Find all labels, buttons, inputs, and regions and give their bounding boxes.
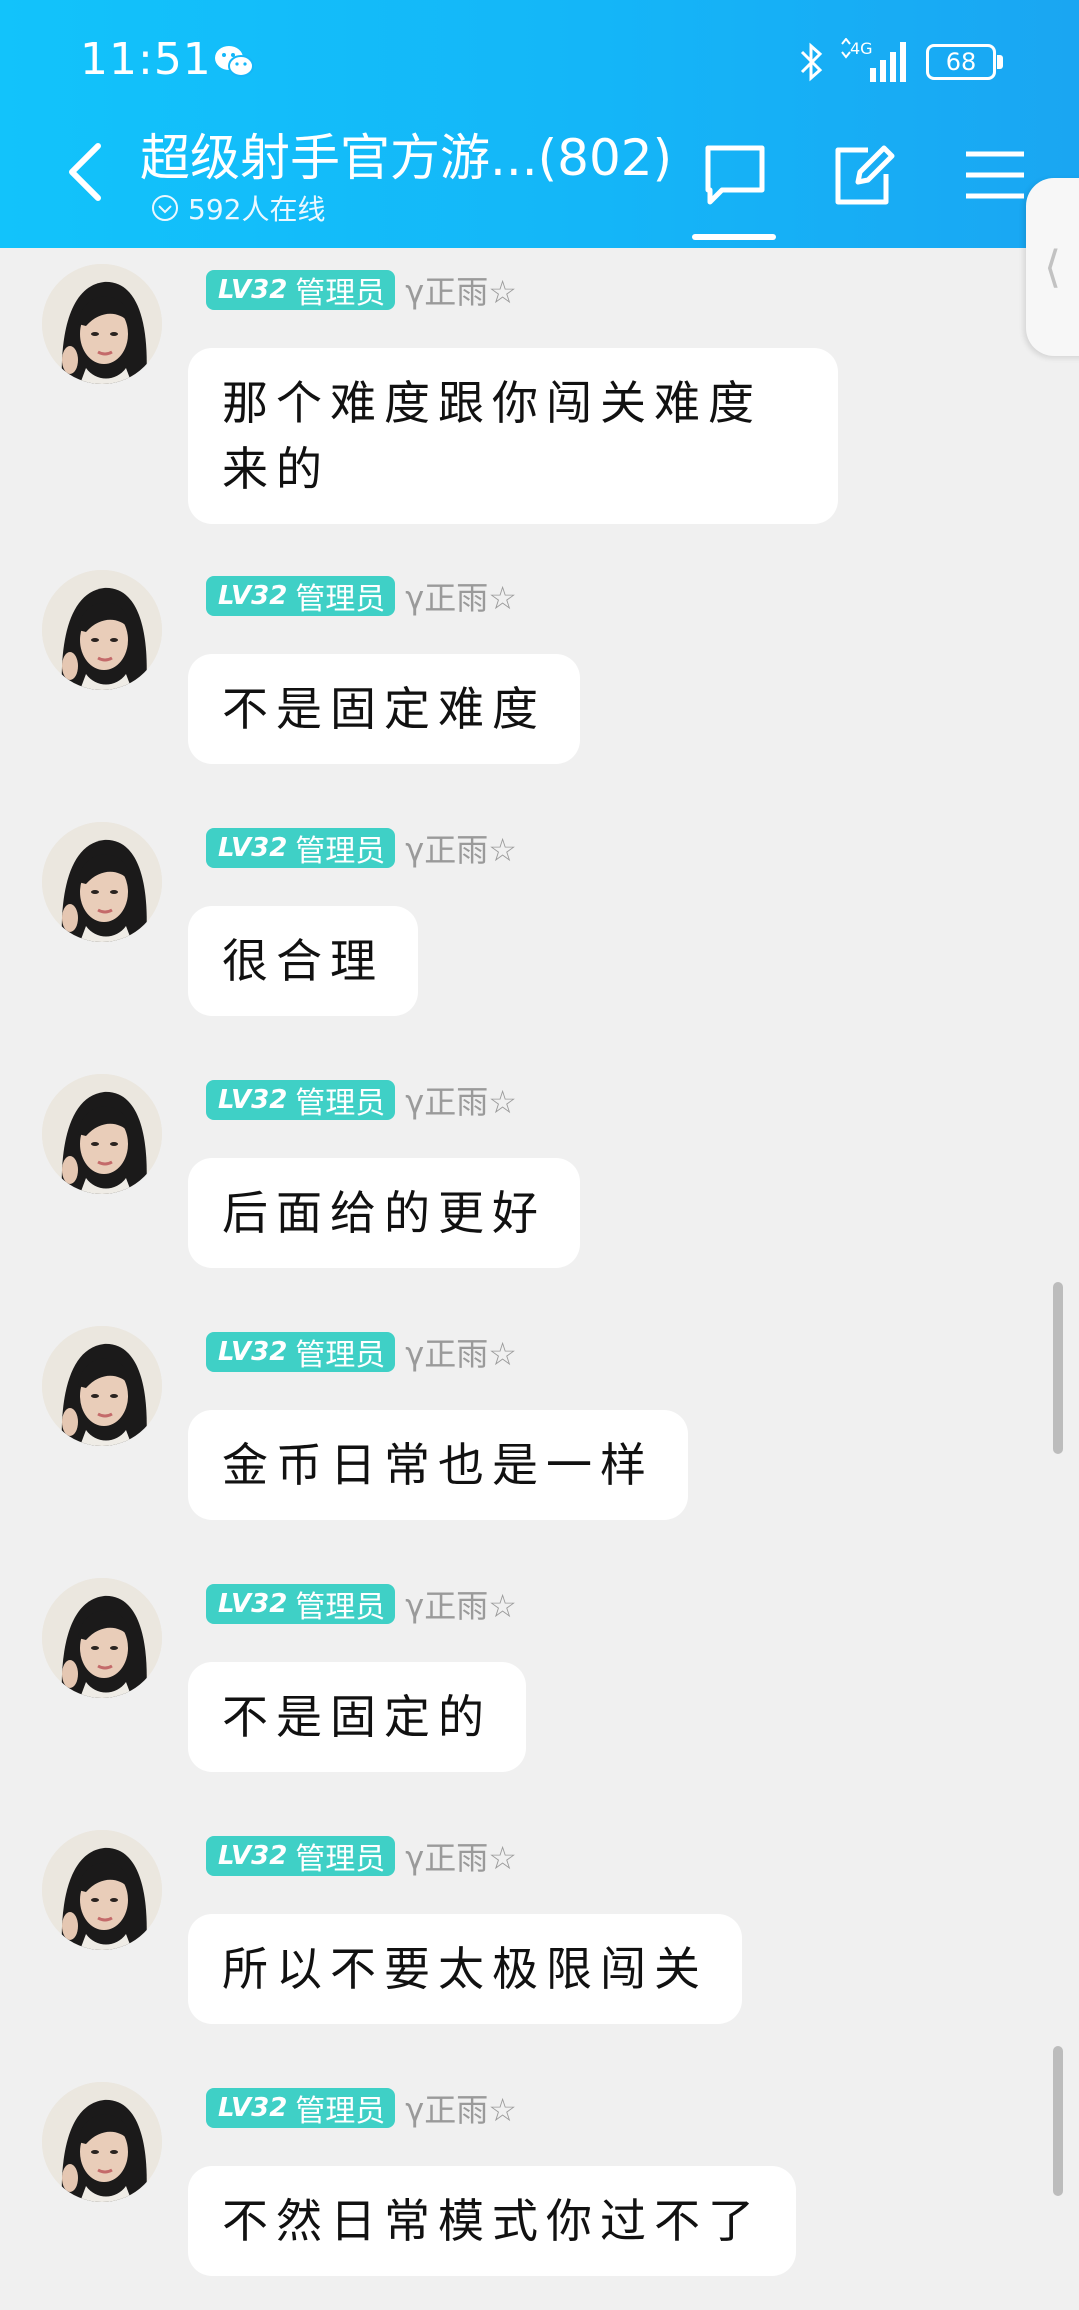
message-bubble[interactable]: 所以不要太极限闯关 [188,1914,742,2024]
message-meta: LV32 管理员 γ正雨☆ [206,1329,517,1375]
role-text: 管理员 [295,276,386,311]
scrollbar-thumb-secondary[interactable] [1053,2046,1063,2196]
level-text: LV32 [218,581,288,611]
message-meta: LV32 管理员 γ正雨☆ [206,267,517,313]
avatar[interactable] [42,264,162,384]
nickname[interactable]: γ正雨☆ [405,573,517,619]
network-type: 4G [850,39,873,58]
message-bubble[interactable]: 不是固定难度 [188,654,580,764]
avatar-image [42,1578,162,1698]
group-title[interactable]: 超级射手官方游...(802) [140,118,672,190]
active-tab-indicator [692,234,776,240]
level-text: LV32 [218,2093,288,2123]
role-text: 管理员 [295,2094,386,2129]
message-bubble[interactable]: 很合理 [188,906,418,1016]
role-text: 管理员 [295,1590,386,1625]
nickname[interactable]: γ正雨☆ [405,825,517,871]
role-text: 管理员 [295,1338,386,1373]
message-meta: LV32 管理员 γ正雨☆ [206,2085,517,2131]
role-text: 管理员 [295,1086,386,1121]
message-bubble[interactable]: 后面给的更好 [188,1158,580,1268]
level-text: LV32 [218,1589,288,1619]
role-text: 管理员 [295,582,386,617]
level-badge: LV32 管理员 [206,576,396,617]
back-button[interactable] [58,140,112,204]
level-text: LV32 [218,275,288,305]
level-text: LV32 [218,833,288,863]
message-item: LV32 管理员 γ正雨☆ 不然日常模式你过不了 [0,2082,1079,2310]
signal-icon: 4G [841,38,906,82]
level-badge: LV32 管理员 [206,1080,396,1121]
level-badge: LV32 管理员 [206,1332,396,1373]
nickname[interactable]: γ正雨☆ [405,1077,517,1123]
battery-indicator: 68 [926,44,1004,80]
edit-icon[interactable] [828,140,898,210]
bluetooth-icon [800,42,823,82]
avatar[interactable] [42,1326,162,1446]
message-meta: LV32 管理员 γ正雨☆ [206,1833,517,1879]
chevron-down-circle-icon [152,195,178,221]
avatar[interactable] [42,1830,162,1950]
nickname[interactable]: γ正雨☆ [405,267,517,313]
nickname[interactable]: γ正雨☆ [405,1581,517,1627]
avatar-image [42,2082,162,2202]
menu-icon[interactable] [960,140,1030,210]
nickname[interactable]: γ正雨☆ [405,1329,517,1375]
role-text: 管理员 [295,1842,386,1877]
avatar-image [42,822,162,942]
message-bubble[interactable]: 不然日常模式你过不了 [188,2166,796,2276]
online-count[interactable]: 592人在线 [150,188,325,228]
battery-tip [997,55,1003,69]
chat-icon[interactable] [700,140,770,210]
level-badge: LV32 管理员 [206,828,396,869]
level-badge: LV32 管理员 [206,270,396,311]
avatar[interactable] [42,2082,162,2202]
level-text: LV32 [218,1085,288,1115]
status-time: 11:51 [80,34,212,85]
nickname[interactable]: γ正雨☆ [405,2085,517,2131]
level-text: LV32 [218,1337,288,1367]
battery-level: 68 [926,44,996,80]
message-meta: LV32 管理员 γ正雨☆ [206,1077,517,1123]
avatar-image [42,1326,162,1446]
scrollbar-thumb[interactable] [1053,1282,1063,1454]
avatar-image [42,264,162,384]
nickname[interactable]: γ正雨☆ [405,1833,517,1879]
avatar[interactable] [42,570,162,690]
avatar[interactable] [42,1074,162,1194]
role-text: 管理员 [295,834,386,869]
message-meta: LV32 管理员 γ正雨☆ [206,825,517,871]
avatar[interactable] [42,1578,162,1698]
level-text: LV32 [218,1841,288,1871]
message-bubble[interactable]: 金币日常也是一样 [188,1410,688,1520]
level-badge: LV32 管理员 [206,1584,396,1625]
message-bubble[interactable]: 那个难度跟你闯关难度来的 [188,348,838,524]
status-bar: 11:51 4G 68 [0,0,1079,120]
message-list[interactable]: LV32 管理员 γ正雨☆ 那个难度跟你闯关难度来的 LV32 管理员 γ正雨☆… [0,248,1079,2310]
message-item: LV32 管理员 γ正雨☆ 那个难度跟你闯关难度来的 [0,264,1079,564]
message-meta: LV32 管理员 γ正雨☆ [206,573,517,619]
message-bubble[interactable]: 不是固定的 [188,1662,526,1772]
avatar-image [42,1830,162,1950]
message-meta: LV32 管理员 γ正雨☆ [206,1581,517,1627]
wechat-icon [215,46,254,77]
chat-header: 11:51 4G 68 超级射手官方游...(802) 592人在线 [0,0,1079,248]
level-badge: LV32 管理员 [206,2088,396,2129]
online-label: 592人在线 [188,193,326,226]
level-badge: LV32 管理员 [206,1836,396,1877]
avatar[interactable] [42,822,162,942]
avatar-image [42,570,162,690]
avatar-image [42,1074,162,1194]
